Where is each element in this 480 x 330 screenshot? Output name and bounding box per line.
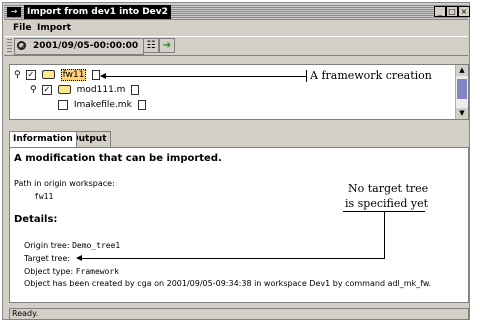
- tree-item-label: Imakefile.mk: [73, 100, 132, 110]
- folder-icon: [57, 85, 71, 94]
- annotation-no-target-vertical: [384, 211, 385, 258]
- information-panel: A modification that can be imported. Pat…: [9, 147, 469, 303]
- document-icon: [131, 84, 140, 95]
- origin-value: Demo_tree1: [72, 241, 121, 250]
- annotation-no-target-line1: No target tree: [348, 182, 429, 195]
- target-label: Target tree:: [24, 254, 71, 263]
- origin-row: Origin tree: Demo_tree1: [24, 241, 120, 250]
- path-label: Path in origin workspace:: [14, 179, 115, 188]
- details-heading: Details:: [14, 214, 58, 225]
- tree-item-label: mod111.m: [76, 85, 126, 95]
- title-bar[interactable]: → Import from dev1 into Dev2 _ □ ×: [4, 4, 470, 20]
- folder-icon: [41, 70, 55, 79]
- annotation-framework-tick: [306, 70, 307, 82]
- annotation-target-arrowhead-icon: [76, 255, 82, 261]
- scroll-down-icon[interactable]: ▼: [456, 108, 468, 119]
- type-label: Object type:: [24, 267, 74, 276]
- info-heading: A modification that can be imported.: [14, 153, 222, 164]
- scroll-thumb[interactable]: [457, 79, 467, 99]
- window-app-icon: →: [7, 7, 21, 17]
- menu-import[interactable]: Import: [37, 22, 71, 34]
- close-button[interactable]: ×: [458, 6, 470, 17]
- checkbox-fw11[interactable]: ✓: [25, 69, 36, 80]
- minimize-button[interactable]: _: [434, 6, 446, 17]
- type-value: Framework: [75, 267, 120, 276]
- prohibited-icon: [17, 41, 26, 50]
- window-title: Import from dev1 into Dev2: [24, 5, 171, 19]
- expand-pin-icon[interactable]: ⚲: [30, 83, 39, 97]
- checkbox-mod111[interactable]: ✓: [41, 84, 52, 95]
- tree-scrollbar[interactable]: ▲ ▼: [455, 65, 468, 119]
- annotation-no-target-horizontal: [80, 258, 385, 259]
- tree-item-mod111[interactable]: ⚲ ✓ mod111.m: [30, 83, 140, 97]
- tree-item-imakefile[interactable]: Imakefile.mk: [58, 98, 146, 112]
- annotation-no-target-line2: is specified yet: [345, 197, 429, 210]
- status-bar: Ready.: [9, 308, 469, 320]
- menu-file[interactable]: File: [13, 22, 31, 34]
- annotation-framework-line: [102, 76, 306, 77]
- go-button[interactable]: ➔: [159, 38, 175, 53]
- checkbox-imakefile[interactable]: [58, 99, 68, 110]
- origin-label: Origin tree:: [24, 241, 70, 250]
- tab-information[interactable]: Information: [9, 131, 77, 147]
- menu-bar: File Import: [4, 21, 468, 35]
- arrow-right-icon: ➔: [162, 40, 172, 51]
- filter-icon: ☷: [146, 40, 156, 51]
- type-row: Object type: Framework: [24, 267, 119, 276]
- scroll-up-icon[interactable]: ▲: [456, 65, 468, 76]
- path-value: fw11: [34, 192, 54, 201]
- annotation-framework: A framework creation: [310, 69, 432, 82]
- tree-item-label: fw11: [60, 69, 87, 81]
- created-row: Object has been created by cga on 2001/0…: [24, 279, 432, 288]
- toolbar-grip-icon[interactable]: [7, 39, 12, 52]
- annotation-arrowhead-icon: [100, 73, 106, 79]
- toolbar: 2001/09/05-00:00:00 ☷ ➔: [4, 36, 468, 56]
- tree-item-fw11[interactable]: ⚲ ✓ fw11: [14, 68, 101, 82]
- document-icon: [137, 99, 146, 110]
- target-row: Target tree:: [24, 254, 70, 263]
- expand-pin-icon[interactable]: ⚲: [14, 68, 23, 82]
- date-selector[interactable]: 2001/09/05-00:00:00: [14, 38, 144, 55]
- date-value: 2001/09/05-00:00:00: [33, 41, 139, 51]
- filter-button[interactable]: ☷: [143, 38, 159, 53]
- maximize-button[interactable]: □: [446, 6, 458, 17]
